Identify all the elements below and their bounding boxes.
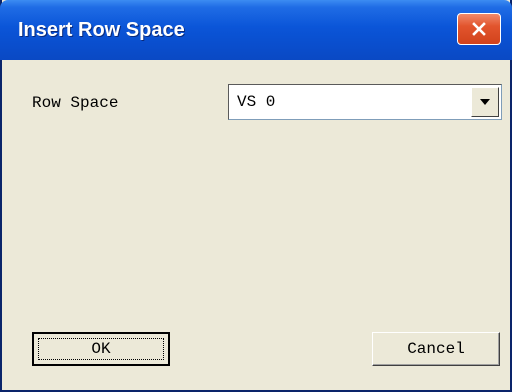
close-button[interactable] (457, 13, 501, 45)
title-bar[interactable]: Insert Row Space (0, 0, 512, 60)
insert-row-space-dialog: Insert Row Space Row Space VS 0 OK Cance… (0, 0, 512, 392)
ok-button[interactable]: OK (32, 332, 170, 366)
cancel-button-label: Cancel (407, 340, 465, 358)
focus-ring (38, 338, 164, 360)
chevron-down-icon (479, 93, 491, 111)
dialog-title: Insert Row Space (18, 19, 185, 41)
row-space-dropdown[interactable]: VS 0 (228, 84, 502, 120)
row-space-label: Row Space (32, 94, 119, 112)
dropdown-arrow-button[interactable] (471, 87, 499, 117)
row-space-value: VS 0 (237, 93, 276, 111)
close-icon (471, 21, 487, 37)
cancel-button[interactable]: Cancel (372, 332, 500, 366)
